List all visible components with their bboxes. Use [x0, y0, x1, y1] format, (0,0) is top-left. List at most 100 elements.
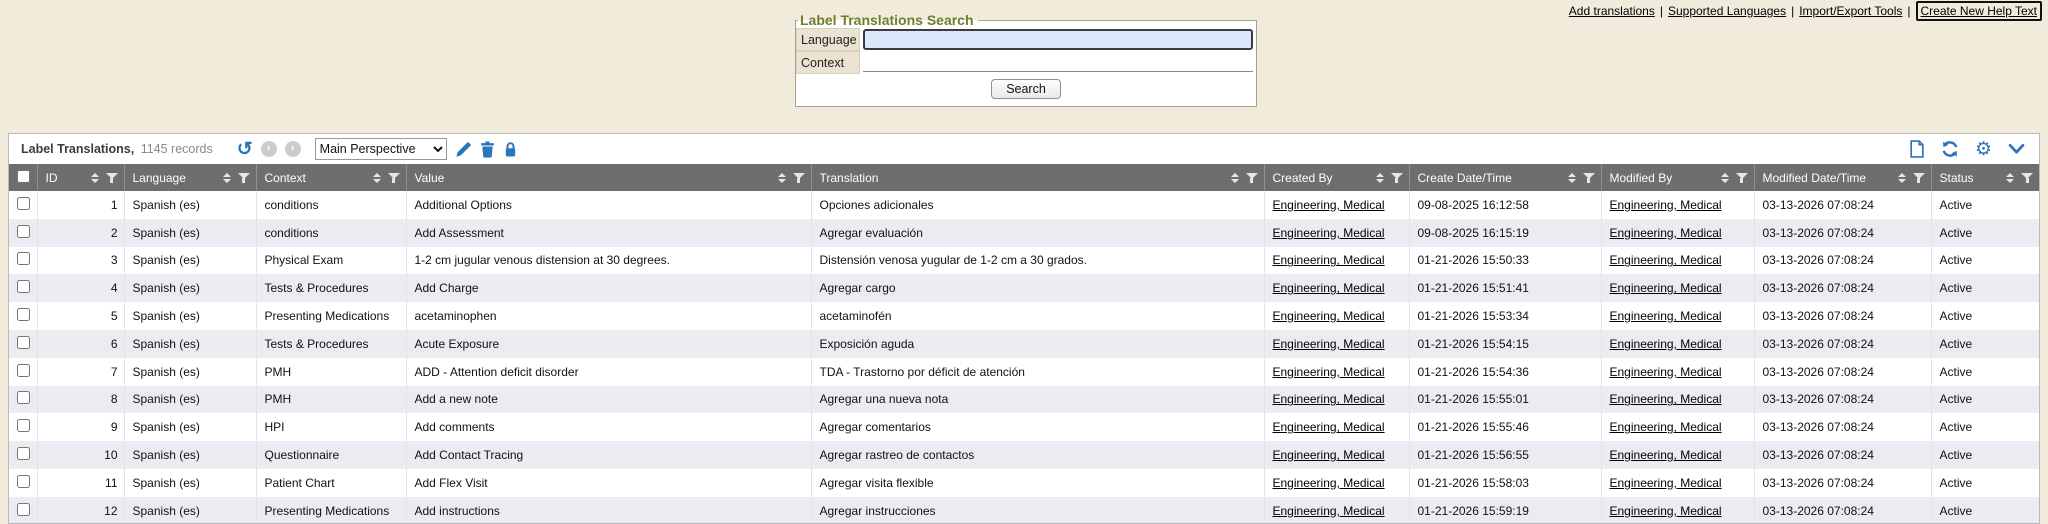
collapse-chevron-icon[interactable]	[2008, 143, 2025, 155]
link-create-new-help-text[interactable]: Create New Help Text	[1916, 1, 2043, 21]
filter-icon[interactable]	[2021, 173, 2033, 183]
filter-icon[interactable]	[1913, 173, 1925, 183]
filter-icon[interactable]	[1583, 173, 1595, 183]
modified-by-link[interactable]: Engineering, Medical	[1610, 198, 1722, 212]
modified-by-link[interactable]: Engineering, Medical	[1610, 504, 1722, 518]
filter-icon[interactable]	[1246, 173, 1258, 183]
sort-icon[interactable]	[1721, 173, 1729, 183]
cell-checkbox	[9, 330, 37, 358]
column-header-status[interactable]: Status	[1931, 164, 2039, 191]
table-title: Label Translations,	[21, 142, 134, 156]
modified-by-link[interactable]: Engineering, Medical	[1610, 448, 1722, 462]
modified-by-link[interactable]: Engineering, Medical	[1610, 281, 1722, 295]
filter-icon[interactable]	[238, 173, 250, 183]
sort-icon[interactable]	[1376, 173, 1384, 183]
column-header-value[interactable]: Value	[406, 164, 811, 191]
table-row: 4Spanish (es)Tests & ProceduresAdd Charg…	[9, 274, 2039, 302]
delete-perspective-icon[interactable]	[480, 141, 495, 158]
cell-value: Add Assessment	[406, 219, 811, 247]
prev-page-icon[interactable]: ‹	[261, 141, 277, 157]
row-checkbox[interactable]	[17, 447, 30, 460]
filter-icon[interactable]	[1391, 173, 1403, 183]
modified-by-link[interactable]: Engineering, Medical	[1610, 253, 1722, 267]
cell-id: 5	[37, 302, 124, 330]
link-import-export-tools[interactable]: Import/Export Tools	[1799, 4, 1902, 18]
next-page-icon[interactable]: ›	[285, 141, 301, 157]
column-header-context[interactable]: Context	[256, 164, 406, 191]
cell-translation: acetaminofén	[811, 302, 1264, 330]
link-supported-languages[interactable]: Supported Languages	[1668, 4, 1786, 18]
created-by-link[interactable]: Engineering, Medical	[1273, 392, 1385, 406]
sort-icon[interactable]	[1568, 173, 1576, 183]
row-checkbox[interactable]	[17, 391, 30, 404]
row-checkbox[interactable]	[17, 503, 30, 516]
column-header-id[interactable]: ID	[37, 164, 124, 191]
sort-icon[interactable]	[91, 173, 99, 183]
sort-icon[interactable]	[223, 173, 231, 183]
created-by-link[interactable]: Engineering, Medical	[1273, 365, 1385, 379]
created-by-link[interactable]: Engineering, Medical	[1273, 448, 1385, 462]
modified-by-link[interactable]: Engineering, Medical	[1610, 337, 1722, 351]
undo-icon[interactable]: ↺	[237, 140, 253, 159]
column-header-created-by[interactable]: Created By	[1264, 164, 1409, 191]
link-separator: |	[1907, 4, 1910, 18]
refresh-icon[interactable]	[1941, 140, 1959, 158]
created-by-link[interactable]: Engineering, Medical	[1273, 226, 1385, 240]
edit-perspective-icon[interactable]	[455, 141, 472, 158]
filter-icon[interactable]	[106, 173, 118, 183]
sort-icon[interactable]	[373, 173, 381, 183]
lock-perspective-icon[interactable]	[503, 141, 518, 158]
settings-gear-icon[interactable]: ⚙	[1975, 140, 1992, 159]
created-by-link[interactable]: Engineering, Medical	[1273, 337, 1385, 351]
modified-by-link[interactable]: Engineering, Medical	[1610, 476, 1722, 490]
cell-created-by: Engineering, Medical	[1264, 413, 1409, 441]
link-add-translations[interactable]: Add translations	[1569, 4, 1655, 18]
language-input[interactable]	[863, 29, 1253, 50]
created-by-link[interactable]: Engineering, Medical	[1273, 420, 1385, 434]
row-checkbox[interactable]	[17, 475, 30, 488]
cell-modified-by: Engineering, Medical	[1601, 358, 1754, 386]
cell-id: 2	[37, 219, 124, 247]
filter-icon[interactable]	[1736, 173, 1748, 183]
sort-icon[interactable]	[1898, 173, 1906, 183]
filter-icon[interactable]	[793, 173, 805, 183]
modified-by-link[interactable]: Engineering, Medical	[1610, 365, 1722, 379]
column-header-create-datetime[interactable]: Create Date/Time	[1409, 164, 1601, 191]
filter-icon[interactable]	[388, 173, 400, 183]
created-by-link[interactable]: Engineering, Medical	[1273, 198, 1385, 212]
row-checkbox[interactable]	[17, 252, 30, 265]
created-by-link[interactable]: Engineering, Medical	[1273, 281, 1385, 295]
modified-by-link[interactable]: Engineering, Medical	[1610, 392, 1722, 406]
sort-icon[interactable]	[778, 173, 786, 183]
created-by-link[interactable]: Engineering, Medical	[1273, 504, 1385, 518]
cell-modified-datetime: 03-13-2026 07:08:24	[1754, 219, 1931, 247]
link-separator: |	[1660, 4, 1663, 18]
row-checkbox[interactable]	[17, 308, 30, 321]
row-checkbox[interactable]	[17, 197, 30, 210]
table-row: 1Spanish (es)conditionsAdditional Option…	[9, 191, 2039, 219]
search-button[interactable]: Search	[991, 79, 1061, 99]
language-label: Language	[796, 28, 860, 51]
created-by-link[interactable]: Engineering, Medical	[1273, 253, 1385, 267]
new-document-icon[interactable]	[1909, 140, 1925, 158]
created-by-link[interactable]: Engineering, Medical	[1273, 309, 1385, 323]
sort-icon[interactable]	[1231, 173, 1239, 183]
row-checkbox[interactable]	[17, 336, 30, 349]
row-checkbox[interactable]	[17, 225, 30, 238]
modified-by-link[interactable]: Engineering, Medical	[1610, 226, 1722, 240]
select-all-checkbox[interactable]	[17, 170, 30, 183]
sort-icon[interactable]	[2006, 173, 2014, 183]
row-checkbox[interactable]	[17, 419, 30, 432]
row-checkbox[interactable]	[17, 364, 30, 377]
column-header-modified-datetime[interactable]: Modified Date/Time	[1754, 164, 1931, 191]
modified-by-link[interactable]: Engineering, Medical	[1610, 309, 1722, 323]
context-input[interactable]	[863, 53, 1253, 72]
column-header-checkbox[interactable]	[9, 164, 37, 191]
modified-by-link[interactable]: Engineering, Medical	[1610, 420, 1722, 434]
row-checkbox[interactable]	[17, 280, 30, 293]
created-by-link[interactable]: Engineering, Medical	[1273, 476, 1385, 490]
column-header-language[interactable]: Language	[124, 164, 256, 191]
perspective-select[interactable]: Main Perspective	[315, 138, 447, 160]
column-header-translation[interactable]: Translation	[811, 164, 1264, 191]
column-header-modified-by[interactable]: Modified By	[1601, 164, 1754, 191]
